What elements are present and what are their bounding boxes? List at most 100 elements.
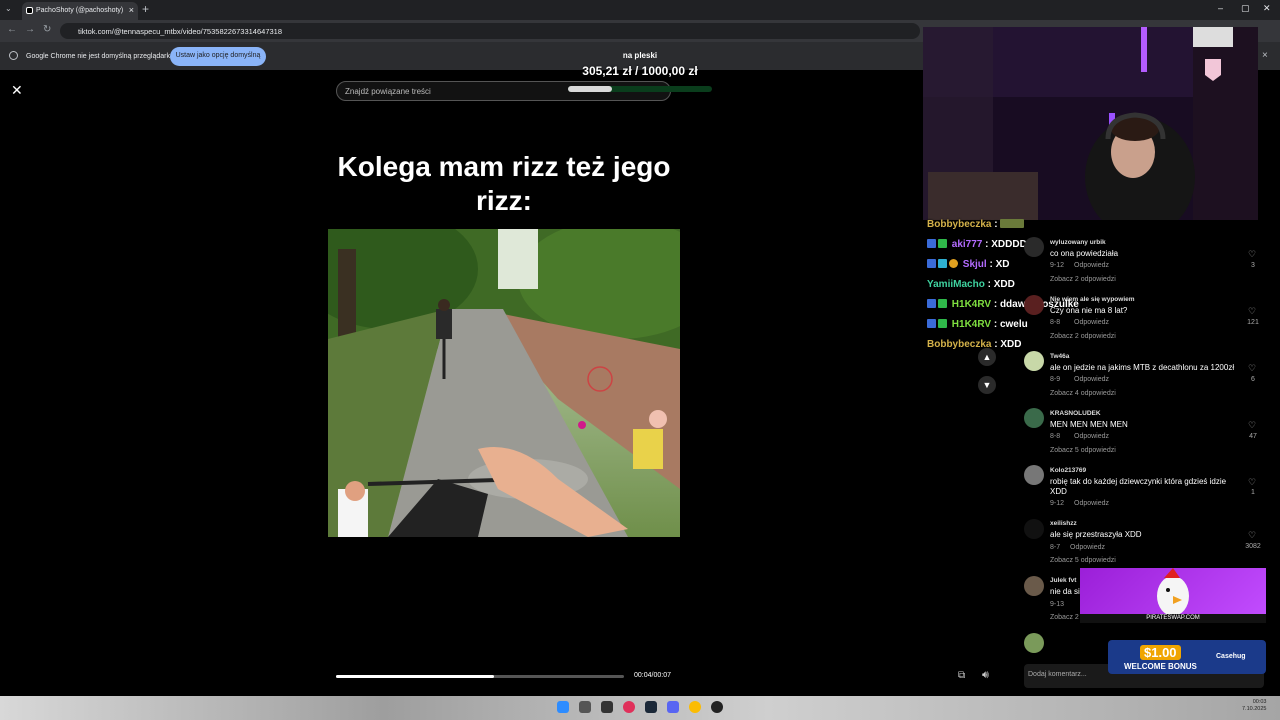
reply-button[interactable]: Odpowiedz [1074,500,1109,507]
volume-icon[interactable]: 🔊︎ [982,669,989,682]
system-clock[interactable]: 00:03 7.10.2025 [1242,699,1266,713]
discord-icon[interactable] [667,701,679,713]
chat-username: aki777 [951,239,983,250]
comment-text: ale się przestraszyła XDD [1050,530,1142,539]
badge-icon [927,239,936,248]
comment-username[interactable]: xeilishzz [1050,520,1077,527]
bonus-text: WELCOME BONUS [1124,662,1197,671]
avatar[interactable] [1024,576,1044,596]
captions-icon[interactable]: ⧉ [958,670,965,681]
forward-icon[interactable]: → [25,24,35,35]
chat-message: XD [995,259,1010,270]
infobar-close-icon[interactable]: × [1262,50,1268,61]
video-progress-fill [336,675,495,678]
reply-button[interactable]: Odpowiedz [1074,319,1109,326]
view-replies-button[interactable]: Zobacz 4 odpowiedzi [1050,390,1116,397]
avatar[interactable] [1024,295,1044,315]
comment-username[interactable]: Julek fvt [1050,577,1076,584]
tiktok-favicon-icon [26,7,33,14]
back-icon[interactable]: ← [7,24,17,35]
chat-line: aki777 : XDDDD [927,239,1027,250]
chat-message: cwelu [999,319,1028,330]
heart-icon[interactable]: ♡ [1248,530,1256,541]
comment-date: 9-13 [1050,601,1065,608]
badge-icon [938,319,947,328]
chevron-down-icon[interactable]: ▼ [978,376,996,394]
comment-text: nie da si [1050,587,1080,596]
comment-username[interactable]: Nie wiem ale się wypowiem [1050,296,1135,303]
comment-date: 9-12 [1050,262,1065,269]
like-count: 1 [1251,489,1255,496]
new-tab-icon[interactable]: + [142,2,149,16]
badge-icon [927,319,936,328]
avatar[interactable] [1024,519,1044,539]
comment-username[interactable]: wyluzowany urbik [1050,239,1106,246]
comment-text: robię tak do każdej dziewczynki która gd… [1050,477,1227,496]
taskbar [0,696,1280,720]
view-replies-button[interactable]: Zobacz 5 odpowiedzi [1050,557,1116,564]
badge-icon [938,239,947,248]
chat-message: XDD [993,279,1015,290]
steam-icon[interactable] [645,701,657,713]
chat-line: YamiiMacho : XDD [927,279,1015,290]
comment-username[interactable]: Kolo213769 [1050,467,1086,474]
obs-icon[interactable] [711,701,723,713]
browser-tab[interactable]: PachoShoty (@pachoshoty) × [22,2,138,20]
app-icon[interactable] [601,701,613,713]
comment-text: MEN MEN MEN MEN [1050,420,1128,429]
avatar[interactable] [1024,408,1044,428]
app-icon[interactable] [623,701,635,713]
chrome-icon[interactable] [689,701,701,713]
heart-icon[interactable]: ♡ [1248,306,1256,317]
comment-date: 8-9 [1050,376,1061,383]
goal-progress-fill [568,86,612,92]
tab-close-icon[interactable]: × [129,5,134,15]
chat-line: Skjul : XD [927,259,1009,270]
brand-logo: Casehug [1216,653,1246,660]
bike-path-scene [328,229,680,537]
view-replies-button[interactable]: Zobacz 5 odpowiedzi [1050,447,1116,454]
heart-icon[interactable]: ♡ [1248,477,1256,488]
view-replies-button[interactable]: Zobacz 2 [1050,614,1079,621]
reply-button[interactable]: Odpowiedz [1074,376,1109,383]
set-default-button[interactable]: Ustaw jako opcję domyślną [170,47,266,66]
streamer-camera [923,27,1258,220]
clock-date: 7.10.2025 [1242,706,1267,712]
heart-icon[interactable]: ♡ [1248,249,1256,260]
start-icon[interactable] [557,701,569,713]
avatar[interactable] [1024,237,1044,257]
avatar[interactable] [1024,351,1044,371]
badge-icon [927,259,936,268]
reply-button[interactable]: Odpowiedz [1074,433,1109,440]
badge-icon [949,259,958,268]
emote-icon [1000,219,1025,228]
reload-icon[interactable]: ↻ [43,24,51,35]
maximize-icon[interactable]: ▢ [1241,3,1250,14]
view-replies-button[interactable]: Zobacz 2 odpowiedzi [1050,333,1116,340]
avatar[interactable] [1024,465,1044,485]
close-icon[interactable]: ✕ [11,82,23,99]
minimize-icon[interactable]: – [1218,3,1223,13]
tab-search-icon[interactable]: ⌄ [5,4,12,13]
comment-username[interactable]: Tw46a [1050,353,1069,360]
chrome-icon [9,51,18,60]
like-count: 47 [1249,433,1257,440]
heart-icon[interactable]: ♡ [1248,420,1256,431]
chevron-up-icon[interactable]: ▲ [978,348,996,366]
chat-line: Bobbybeczka : [927,219,1026,230]
search-icon[interactable] [579,701,591,713]
address-bar[interactable]: tiktok.com/@tennaspecu_mtbx/video/753582… [60,23,920,39]
window-close-icon[interactable]: ✕ [1263,3,1271,14]
view-replies-button[interactable]: Zobacz 2 odpowiedzi [1050,276,1116,283]
chat-line: Bobbybeczka : XDD [927,339,1022,350]
like-count: 121 [1247,319,1259,326]
avatar[interactable] [1024,633,1044,653]
chat-line: H1K4RV : cwelu [927,319,1028,330]
badge-icon [927,299,936,308]
heart-icon[interactable]: ♡ [1248,363,1256,374]
chat-username: H1K4RV [951,319,992,330]
reply-button[interactable]: Odpowiedz [1074,262,1109,269]
reply-button[interactable]: Odpowiedz [1070,544,1105,551]
comment-username[interactable]: KRASNOLUDEK [1050,410,1101,417]
comment-date: 8-7 [1050,544,1061,551]
